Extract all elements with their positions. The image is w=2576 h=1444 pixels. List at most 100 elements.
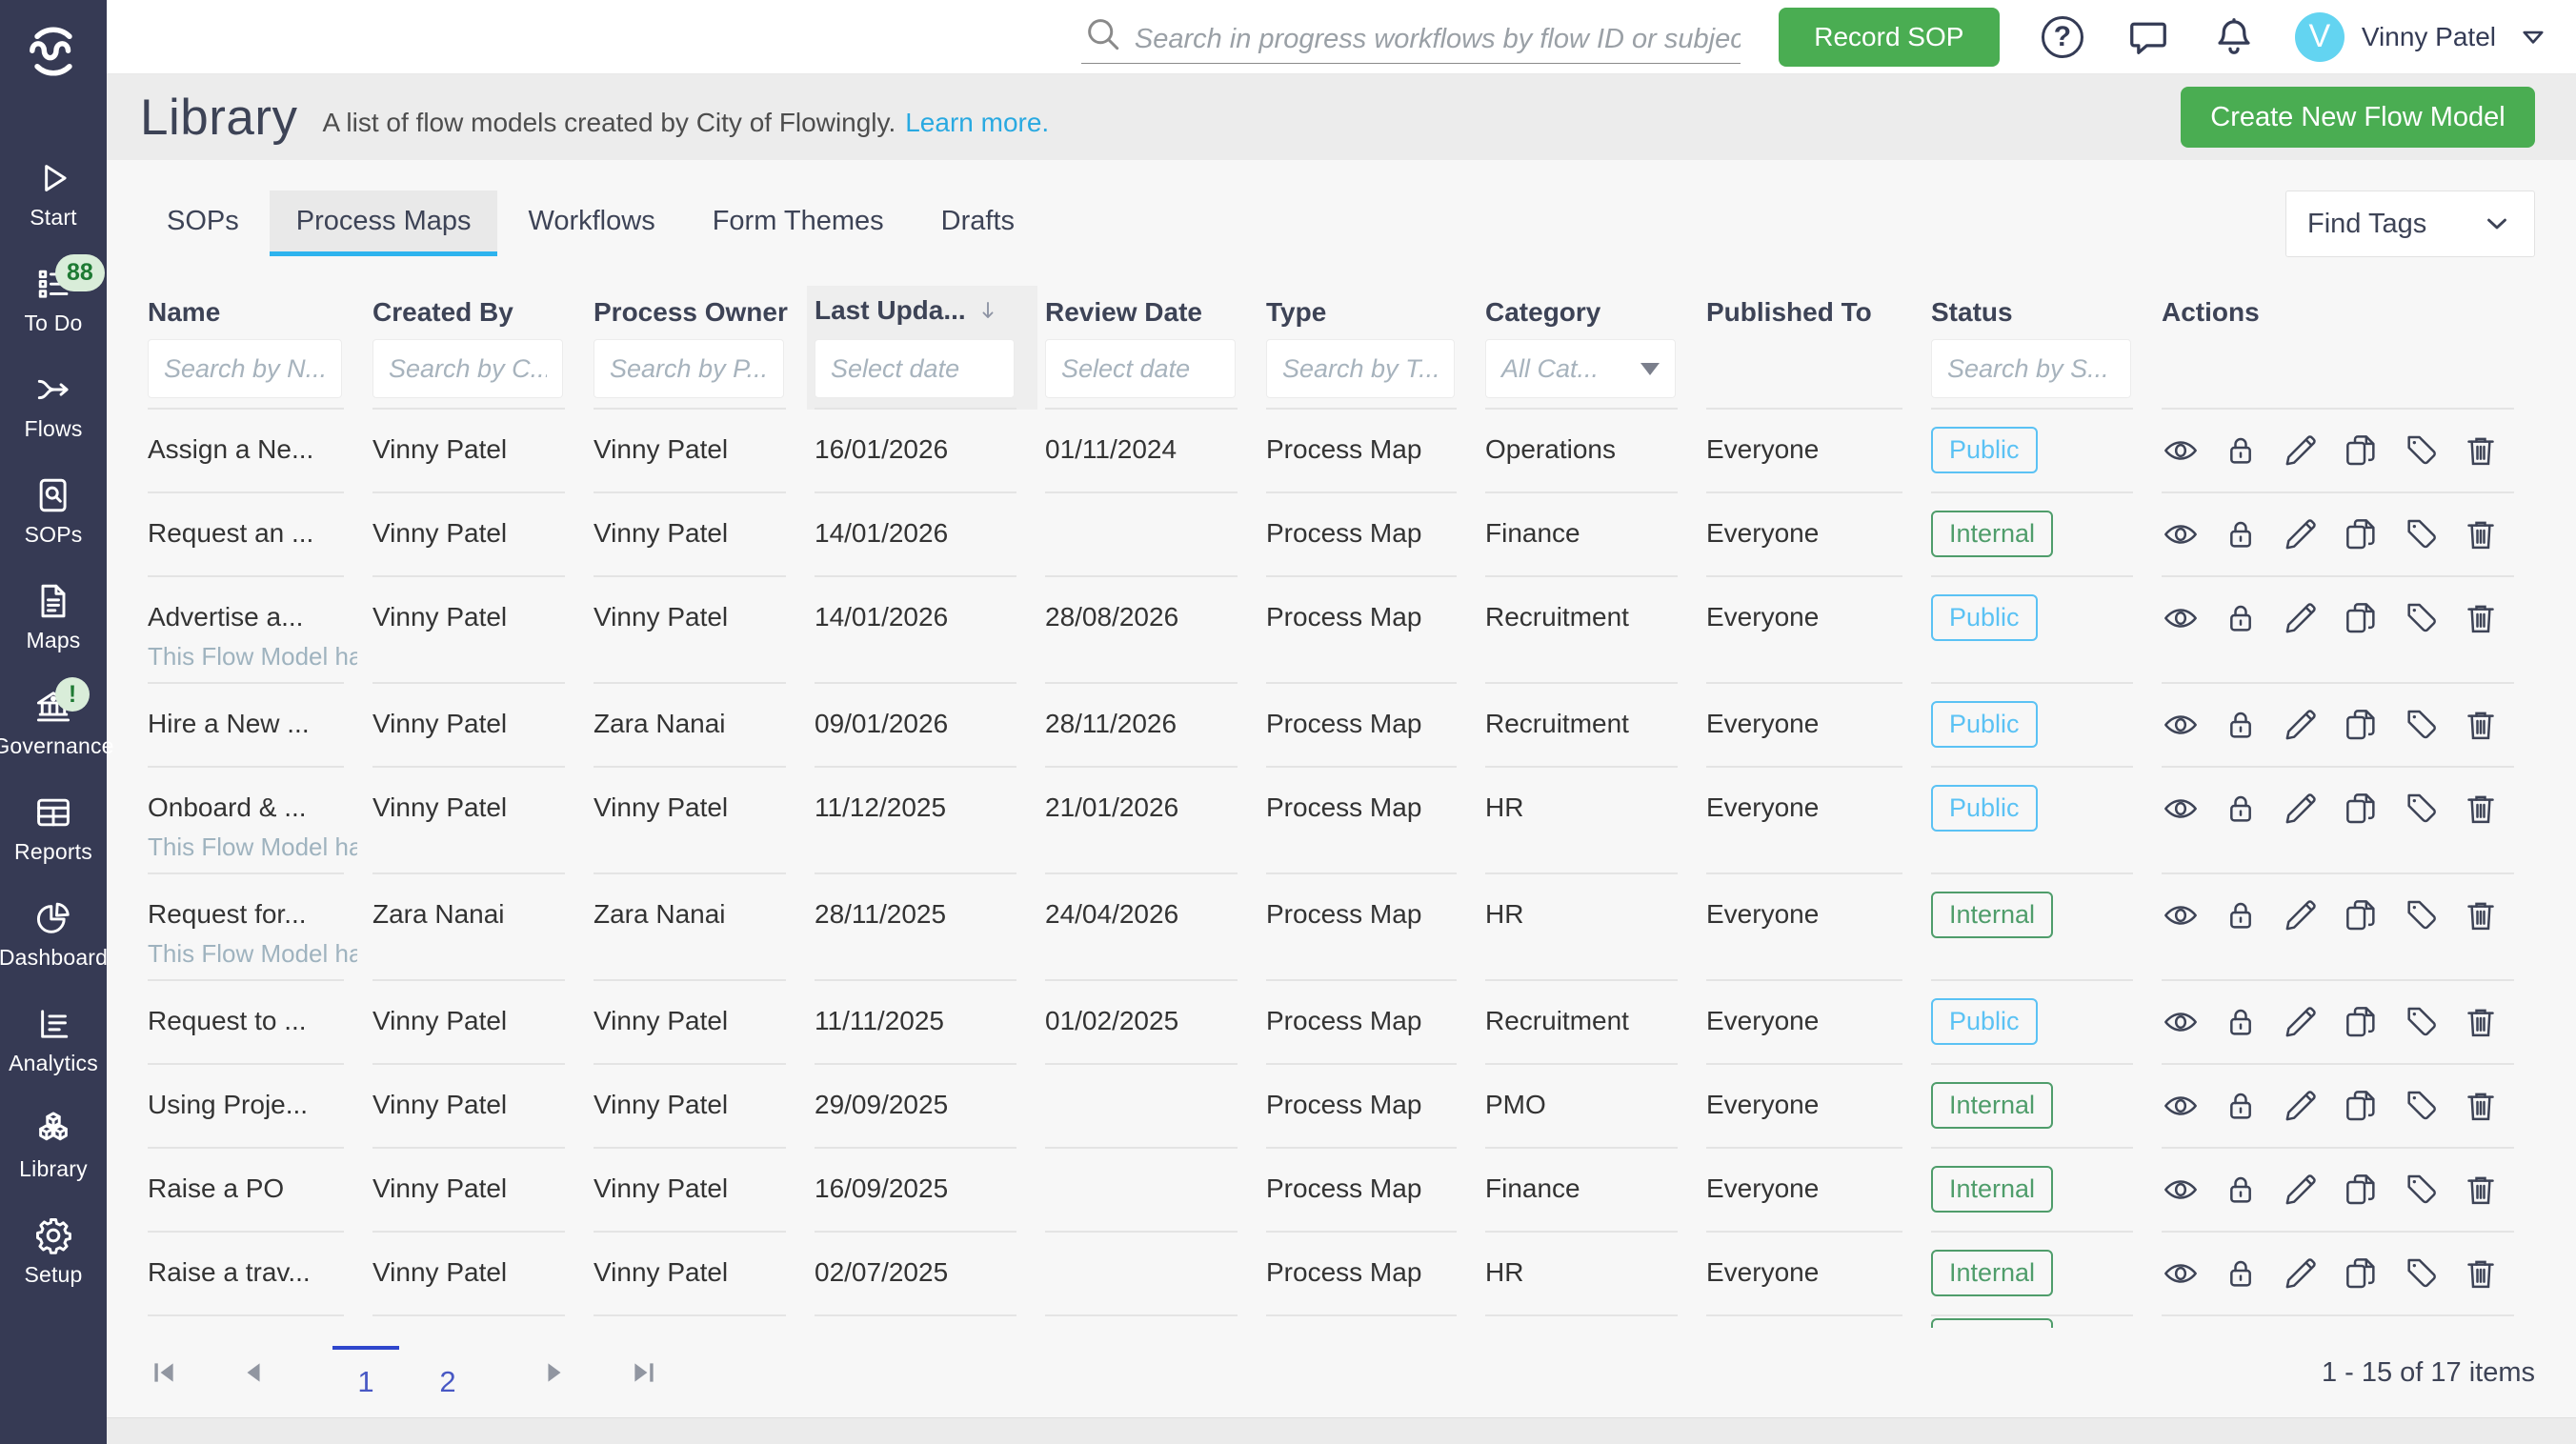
tag-button[interactable] — [2402, 598, 2442, 638]
filter-status-input[interactable] — [1931, 339, 2131, 398]
column-header-category[interactable]: Category — [1478, 286, 1699, 339]
tab-form-themes[interactable]: Form Themes — [686, 191, 911, 256]
table-row[interactable]: Raise a PO Vinny Patel Vinny Patel 16/09… — [140, 1149, 2535, 1233]
filter-last-updated-date[interactable] — [815, 339, 1015, 398]
tag-button[interactable] — [2402, 705, 2442, 745]
preview-button[interactable] — [2162, 1253, 2202, 1294]
tag-button[interactable] — [2402, 431, 2442, 471]
sidebar-item-governance[interactable]: !Governance — [0, 670, 107, 775]
delete-button[interactable] — [2462, 514, 2502, 554]
duplicate-button[interactable] — [2342, 514, 2382, 554]
table-row[interactable]: Request for...This Flow Model ha Zara Na… — [140, 874, 2535, 981]
tab-drafts[interactable]: Drafts — [915, 191, 1041, 256]
filter-process-owner-input[interactable] — [594, 339, 784, 398]
duplicate-button[interactable] — [2342, 1253, 2382, 1294]
delete-button[interactable] — [2462, 1170, 2502, 1210]
preview-button[interactable] — [2162, 431, 2202, 471]
duplicate-button[interactable] — [2342, 1086, 2382, 1126]
table-row[interactable]: Request an ... Vinny Patel Vinny Patel 1… — [140, 493, 2535, 577]
permissions-button[interactable] — [2222, 1253, 2262, 1294]
tag-button[interactable] — [2402, 514, 2442, 554]
duplicate-button[interactable] — [2342, 598, 2382, 638]
permissions-button[interactable] — [2222, 514, 2262, 554]
tab-sops[interactable]: SOPs — [140, 191, 266, 256]
column-header-created-by[interactable]: Created By — [365, 286, 586, 339]
sidebar-item-start[interactable]: Start — [0, 141, 107, 247]
sidebar-item-maps[interactable]: Maps — [0, 564, 107, 670]
learn-more-link[interactable]: Learn more. — [905, 108, 1049, 138]
table-row[interactable]: Internal — [140, 1316, 2535, 1328]
table-row[interactable]: Using Proje... Vinny Patel Vinny Patel 2… — [140, 1065, 2535, 1149]
tag-button[interactable] — [2402, 1002, 2442, 1042]
edit-button[interactable] — [2282, 1002, 2322, 1042]
delete-button[interactable] — [2462, 789, 2502, 829]
preview-button[interactable] — [2162, 514, 2202, 554]
preview-button[interactable] — [2162, 598, 2202, 638]
duplicate-button[interactable] — [2342, 1170, 2382, 1210]
filter-type-input[interactable] — [1266, 339, 1455, 398]
column-header-published-to[interactable]: Published To — [1699, 286, 1923, 339]
edit-button[interactable] — [2282, 895, 2322, 935]
delete-button[interactable] — [2462, 895, 2502, 935]
permissions-button[interactable] — [2222, 895, 2262, 935]
tag-button[interactable] — [2402, 1253, 2442, 1294]
edit-button[interactable] — [2282, 598, 2322, 638]
sidebar-item-dashboard[interactable]: Dashboard — [0, 881, 107, 987]
sidebar-item-sops[interactable]: SOPs — [0, 458, 107, 564]
permissions-button[interactable] — [2222, 1002, 2262, 1042]
duplicate-button[interactable] — [2342, 789, 2382, 829]
column-header-status[interactable]: Status — [1923, 286, 2154, 339]
duplicate-button[interactable] — [2342, 1002, 2382, 1042]
duplicate-button[interactable] — [2342, 705, 2382, 745]
delete-button[interactable] — [2462, 705, 2502, 745]
first-page-button[interactable] — [148, 1354, 186, 1392]
delete-button[interactable] — [2462, 1002, 2502, 1042]
page-1[interactable]: 1 — [332, 1346, 399, 1399]
table-row[interactable]: Onboard & ...This Flow Model ha Vinny Pa… — [140, 768, 2535, 874]
filter-created-by-input[interactable] — [372, 339, 563, 398]
tab-workflows[interactable]: Workflows — [501, 191, 681, 256]
table-row[interactable]: Request to ... Vinny Patel Vinny Patel 1… — [140, 981, 2535, 1065]
edit-button[interactable] — [2282, 1253, 2322, 1294]
duplicate-button[interactable] — [2342, 431, 2382, 471]
table-row[interactable]: Hire a New ... Vinny Patel Zara Nanai 09… — [140, 684, 2535, 768]
sidebar-item-setup[interactable]: Setup — [0, 1198, 107, 1304]
tag-button[interactable] — [2402, 789, 2442, 829]
sidebar-item-to-do[interactable]: 88To Do — [0, 247, 107, 352]
flowingly-logo[interactable] — [17, 15, 90, 88]
edit-button[interactable] — [2282, 1086, 2322, 1126]
create-new-flow-model-button[interactable]: Create New Flow Model — [2181, 87, 2535, 148]
next-page-button[interactable] — [538, 1354, 576, 1392]
delete-button[interactable] — [2462, 1253, 2502, 1294]
filter-name-input[interactable] — [148, 339, 342, 398]
preview-button[interactable] — [2162, 1170, 2202, 1210]
delete-button[interactable] — [2462, 431, 2502, 471]
user-menu[interactable]: V Vinny Patel — [2295, 12, 2549, 62]
tag-button[interactable] — [2402, 1086, 2442, 1126]
help-button[interactable]: ? — [2040, 14, 2085, 60]
permissions-button[interactable] — [2222, 789, 2262, 829]
record-sop-button[interactable]: Record SOP — [1779, 8, 2000, 67]
preview-button[interactable] — [2162, 895, 2202, 935]
duplicate-button[interactable] — [2342, 895, 2382, 935]
tab-process-maps[interactable]: Process Maps — [270, 191, 498, 256]
permissions-button[interactable] — [2222, 705, 2262, 745]
sidebar-item-analytics[interactable]: Analytics — [0, 987, 107, 1093]
permissions-button[interactable] — [2222, 1086, 2262, 1126]
column-header-last-updated[interactable]: Last Upda... — [807, 286, 1037, 339]
last-page-button[interactable] — [628, 1354, 666, 1392]
column-header-name[interactable]: Name — [140, 286, 365, 339]
table-row[interactable]: Assign a Ne... Vinny Patel Vinny Patel 1… — [140, 410, 2535, 493]
table-row[interactable]: Advertise a...This Flow Model ha Vinny P… — [140, 577, 2535, 684]
edit-button[interactable] — [2282, 1170, 2322, 1210]
sidebar-item-reports[interactable]: Reports — [0, 775, 107, 881]
filter-review-date[interactable] — [1045, 339, 1236, 398]
column-header-review-date[interactable]: Review Date — [1037, 286, 1258, 339]
column-header-process-owner[interactable]: Process Owner — [586, 286, 807, 339]
tag-button[interactable] — [2402, 1170, 2442, 1210]
sidebar-item-library[interactable]: Library — [0, 1093, 107, 1198]
find-tags-dropdown[interactable]: Find Tags — [2285, 191, 2535, 257]
column-header-type[interactable]: Type — [1258, 286, 1478, 339]
sidebar-item-flows[interactable]: Flows — [0, 352, 107, 458]
edit-button[interactable] — [2282, 514, 2322, 554]
